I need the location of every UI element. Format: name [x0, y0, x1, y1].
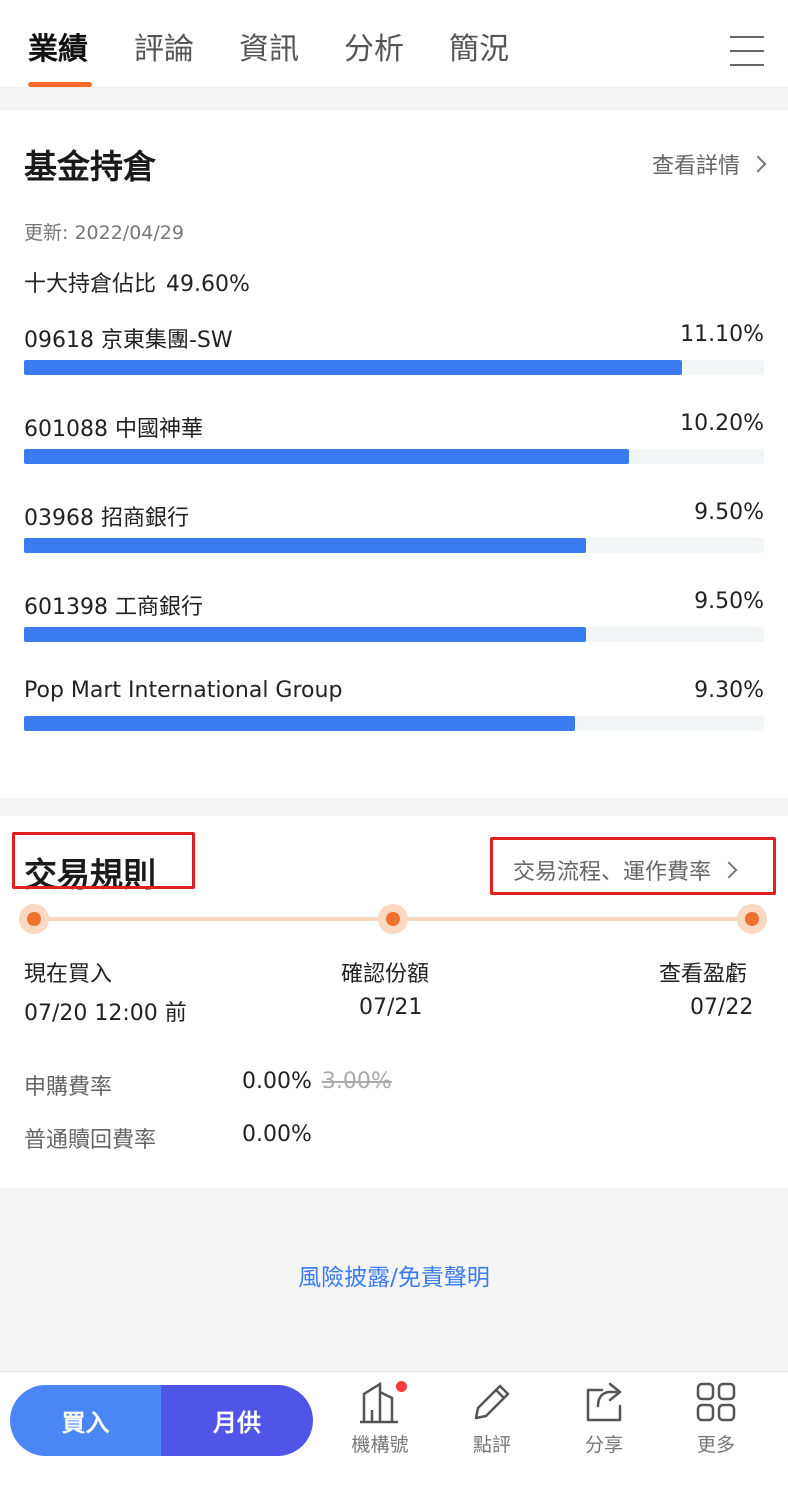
tab-reviews[interactable]: 評論 [134, 30, 194, 70]
grid-icon [696, 1382, 736, 1422]
nav-institution[interactable]: 機構號 [335, 1380, 425, 1457]
tab-news[interactable]: 資訊 [239, 30, 299, 70]
holding-bar-track [24, 538, 764, 553]
holding-bar [24, 716, 576, 731]
buy-button[interactable]: 買入 [10, 1385, 161, 1456]
step-date: 07/22 [690, 995, 754, 1020]
nav-label: 點評 [472, 1434, 511, 1456]
subscription-fee-label: 申購費率 [24, 1075, 113, 1100]
nav-label: 機構號 [351, 1434, 409, 1456]
holding-percent: 9.30% [694, 678, 764, 703]
holding-name: 601398 工商銀行 [24, 595, 203, 620]
tab-overview[interactable]: 簡況 [449, 30, 509, 70]
holding-name: Pop Mart International Group [24, 678, 343, 703]
highlight-box [490, 837, 776, 895]
notification-dot [396, 1381, 407, 1392]
holding-bar-track [24, 360, 764, 375]
pencil-icon [474, 1384, 510, 1420]
subscription-fee-value: 0.00% 3.00% [242, 1069, 392, 1094]
holding-bar-track [24, 449, 764, 464]
fee-current: 0.00% [242, 1069, 312, 1094]
top10-label: 十大持倉佔比 [24, 272, 157, 297]
holding-bar [24, 627, 587, 642]
tab-analysis[interactable]: 分析 [344, 30, 404, 70]
holdings-title: 基金持倉 [24, 147, 156, 186]
timeline-dot [19, 904, 49, 934]
section-divider [0, 798, 788, 816]
holding-percent: 11.10% [680, 322, 764, 347]
view-details-link[interactable]: 查看詳情 [651, 148, 767, 180]
view-details-label: 查看詳情 [651, 154, 740, 179]
nav-review[interactable]: 點評 [447, 1380, 537, 1457]
step-date: 07/20 12:00 前 [24, 1001, 187, 1026]
nav-more[interactable]: 更多 [671, 1380, 761, 1457]
redemption-fee-label: 普通贖回費率 [24, 1128, 157, 1153]
menu-icon[interactable] [730, 36, 764, 66]
monthly-plan-button[interactable]: 月供 [161, 1385, 313, 1456]
active-tab-indicator [28, 82, 92, 87]
timeline-dot [378, 904, 408, 934]
chevron-right-icon [749, 155, 767, 173]
nav-label: 分享 [584, 1434, 623, 1456]
nav-share[interactable]: 分享 [559, 1380, 649, 1457]
top10-ratio: 十大持倉佔比 49.60% [24, 266, 250, 298]
holding-name: 601088 中國神華 [24, 417, 203, 442]
holding-bar [24, 538, 587, 553]
section-divider [0, 88, 788, 110]
holding-name: 03968 招商銀行 [24, 506, 189, 531]
step-label: 確認份額 [341, 962, 430, 987]
holding-bar [24, 360, 682, 375]
step-date: 07/21 [359, 995, 423, 1020]
holding-percent: 10.20% [680, 411, 764, 436]
holding-name: 09618 京東集團-SW [24, 328, 233, 353]
share-icon [586, 1382, 622, 1422]
highlight-box [12, 832, 195, 889]
holding-bar-track [24, 627, 764, 642]
step-label: 查看盈虧 [659, 962, 748, 987]
update-date: 更新: 2022/04/29 [24, 222, 184, 244]
timeline-dot [737, 904, 767, 934]
top-tab-bar: 業績 評論 資訊 分析 簡況 [0, 0, 788, 88]
holding-bar-track [24, 716, 764, 731]
nav-label: 更多 [696, 1434, 735, 1456]
top10-value: 49.60% [166, 272, 250, 297]
tab-performance[interactable]: 業績 [28, 30, 88, 70]
holding-percent: 9.50% [694, 589, 764, 614]
holding-bar [24, 449, 629, 464]
holding-percent: 9.50% [694, 500, 764, 525]
fee-original: 3.00% [321, 1069, 392, 1094]
step-label: 現在買入 [24, 962, 113, 987]
redemption-fee-value: 0.00% [242, 1122, 312, 1147]
disclaimer-link[interactable]: 風險披露/免責聲明 [0, 1258, 788, 1292]
